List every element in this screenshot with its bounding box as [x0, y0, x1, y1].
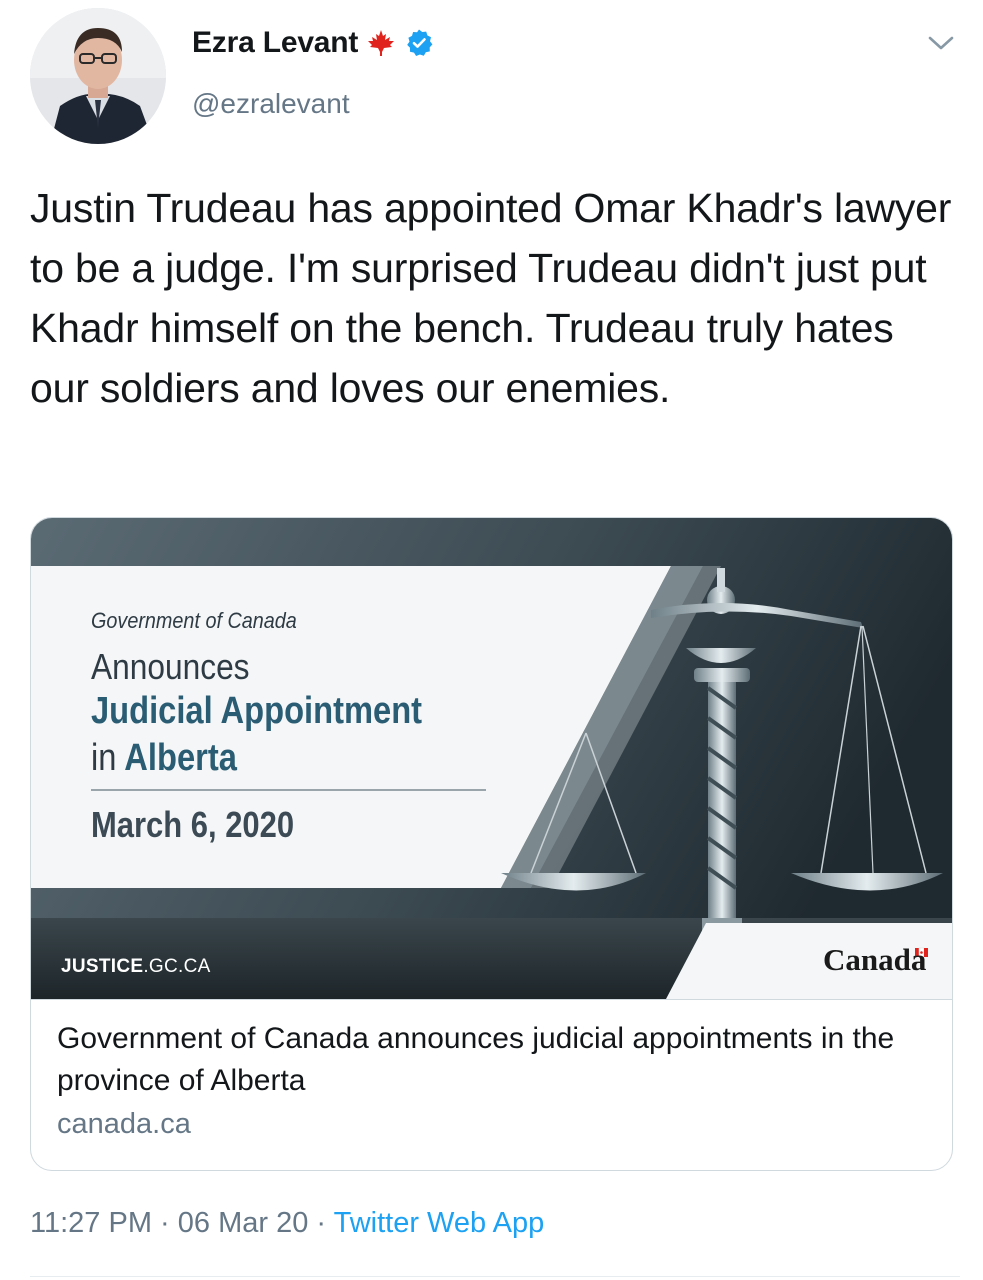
avatar[interactable]: [30, 8, 166, 144]
banner-site-bold: JUSTICE: [61, 956, 144, 977]
separator: ·: [151, 1207, 178, 1239]
banner-announces: Announces: [91, 646, 250, 687]
tweet: Ezra Levant @ezralevant Justin Trudeau h…: [0, 0, 983, 1280]
card-domain: canada.ca: [57, 1108, 191, 1140]
timestamp-row: 11:27 PM · 06 Mar 20 · Twitter Web App: [30, 1207, 544, 1240]
tweet-time[interactable]: 11:27 PM: [30, 1207, 152, 1239]
maple-leaf-icon: [366, 28, 396, 58]
card-meta: Government of Canada announces judicial …: [31, 999, 952, 1170]
tweet-date[interactable]: 06 Mar 20: [178, 1207, 309, 1239]
banner-gov-label: Government of Canada: [91, 608, 297, 633]
banner-site: JUSTICE.GC.CA: [61, 956, 211, 978]
banner-date: March 6, 2020: [91, 804, 295, 845]
banner-headline-line2: in Alberta: [91, 737, 237, 780]
divider: [30, 1276, 960, 1277]
tweet-text: Justin Trudeau has appointed Omar Khadr'…: [30, 185, 952, 411]
avatar-photo: [30, 8, 166, 144]
banner-headline-line1: Judicial Appointment: [91, 690, 423, 732]
verified-badge-icon: [404, 28, 434, 58]
card-image: Government of Canada Announces Judicial …: [31, 518, 952, 999]
card-title: Government of Canada announces judicial …: [57, 1022, 895, 1097]
banner-headline-place: Alberta: [124, 737, 237, 779]
author-handle[interactable]: @ezralevant: [192, 88, 350, 120]
author-display-name[interactable]: Ezra Levant: [192, 26, 358, 60]
tweet-source-link[interactable]: Twitter Web App: [334, 1207, 545, 1239]
banner-site-rest: .GC.CA: [143, 956, 211, 977]
link-card[interactable]: Government of Canada Announces Judicial …: [30, 517, 953, 1171]
canada-wordmark: Canada: [823, 942, 927, 977]
chevron-down-icon[interactable]: [924, 30, 958, 56]
separator: ·: [308, 1207, 334, 1239]
author-name-row: Ezra Levant: [192, 26, 434, 60]
banner-headline-in: in: [91, 737, 117, 779]
